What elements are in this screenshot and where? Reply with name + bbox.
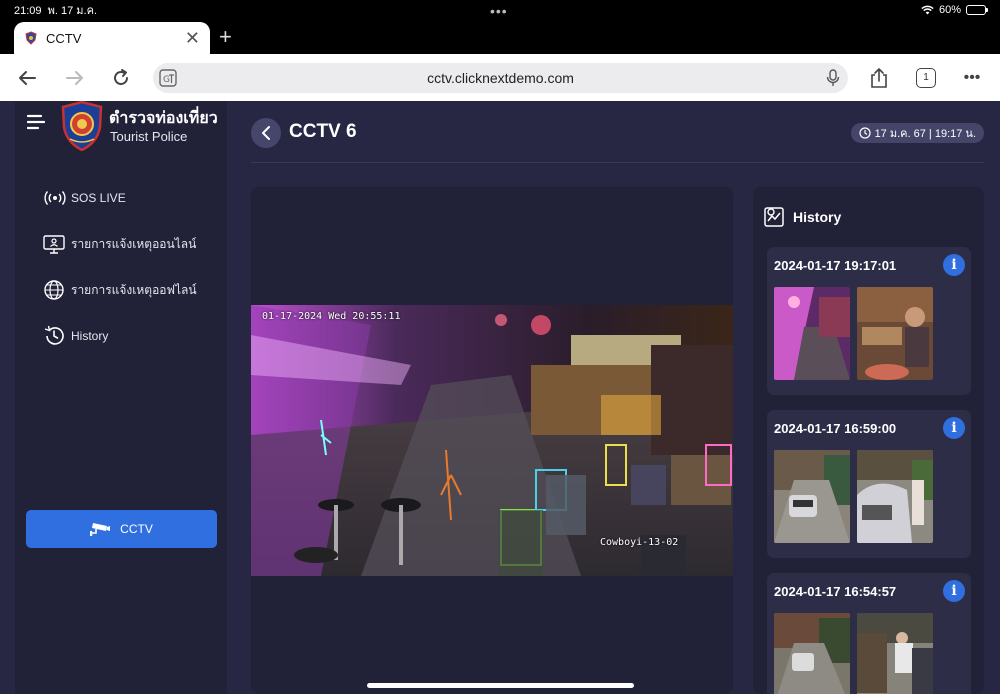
page-title: CCTV 6	[289, 121, 357, 142]
chevron-left-icon	[262, 126, 270, 140]
info-icon[interactable]: i	[943, 254, 965, 276]
history-timestamp: 2024-01-17 16:54:57	[774, 584, 897, 599]
translate-icon[interactable]: G	[159, 69, 177, 87]
history-report-icon	[764, 207, 784, 227]
sidebar-item-label: SOS LIVE	[71, 191, 126, 205]
sidebar-item-offline-reports[interactable]: รายการแจ้งเหตุออฟไลน์	[43, 278, 197, 302]
history-thumbnail[interactable]	[857, 287, 933, 380]
battery-icon	[966, 5, 988, 15]
share-icon[interactable]	[868, 54, 890, 101]
cctv-button[interactable]: CCTV	[26, 510, 217, 548]
sidebar-item-online-reports[interactable]: รายการแจ้งเหตุออนไลน์	[43, 232, 196, 256]
ios-status-bar: 21:09 พ. 17 ม.ค. ••• 60%	[0, 0, 1000, 20]
cctv-video-feed[interactable]: 01-17-2024 Wed 20:55:11 Cowboyi-13-02	[251, 305, 733, 576]
history-title: History	[793, 209, 842, 225]
history-timestamp: 2024-01-17 19:17:01	[774, 258, 897, 273]
video-timestamp-overlay: 01-17-2024 Wed 20:55:11	[262, 311, 401, 322]
cctv-app: ตำรวจท่องเที่ยว Tourist Police SOS LIVE …	[0, 101, 1000, 694]
street-scene-image	[251, 305, 733, 576]
history-thumbnail[interactable]	[774, 450, 850, 543]
new-tab-icon[interactable]: +	[219, 26, 232, 48]
microphone-icon[interactable]	[826, 69, 840, 87]
page-header: CCTV 6 17 ม.ค. 67 | 19:17 น.	[251, 101, 984, 163]
datetime-badge: 17 ม.ค. 67 | 19:17 น.	[850, 123, 984, 143]
url-text: cctv.clicknextdemo.com	[427, 70, 574, 86]
forward-nav-icon[interactable]	[62, 54, 88, 101]
brand-title-english: Tourist Police	[110, 129, 188, 144]
hamburger-menu-icon[interactable]	[27, 113, 45, 131]
svg-text:G: G	[163, 75, 170, 85]
history-card[interactable]: 2024-01-17 19:17:01 i	[767, 247, 971, 395]
tab-title: CCTV	[46, 30, 82, 46]
sidebar-item-label: History	[71, 329, 109, 343]
history-icon	[43, 325, 69, 347]
datetime-text: 17 ม.ค. 67 | 19:17 น.	[874, 128, 976, 140]
back-nav-icon[interactable]	[14, 54, 40, 101]
info-icon[interactable]: i	[943, 580, 965, 602]
brand-title-thai: ตำรวจท่องเที่ยว	[109, 110, 218, 127]
info-icon[interactable]: i	[943, 417, 965, 439]
video-panel: 01-17-2024 Wed 20:55:11 Cowboyi-13-02	[251, 187, 733, 694]
back-button[interactable]	[251, 118, 281, 148]
tourist-police-logo-icon	[61, 101, 103, 151]
browser-tab[interactable]: CCTV ✕	[14, 22, 210, 54]
globe-icon	[43, 279, 69, 301]
history-thumbnail[interactable]	[774, 613, 850, 694]
sidebar-item-history[interactable]: History	[43, 324, 108, 348]
status-time: 21:09 พ. 17 ม.ค.	[14, 5, 98, 17]
history-thumbnail[interactable]	[857, 450, 933, 543]
police-badge-favicon-icon	[25, 31, 37, 45]
sidebar-item-sos-live[interactable]: SOS LIVE	[43, 186, 126, 210]
history-header: History	[763, 206, 841, 228]
multitask-dots-icon[interactable]: •••	[490, 3, 508, 19]
more-menu-icon[interactable]: •••	[960, 54, 984, 101]
sidebar-item-label: รายการแจ้งเหตุออนไลน์	[71, 236, 197, 251]
report-online-icon	[43, 233, 69, 255]
reload-icon[interactable]	[108, 54, 134, 101]
history-thumbnail[interactable]	[774, 287, 850, 380]
sidebar-item-label: รายการแจ้งเหตุออฟไลน์	[71, 282, 197, 297]
cctv-button-label: CCTV	[120, 522, 153, 536]
cctv-camera-icon	[90, 523, 111, 536]
history-card[interactable]: 2024-01-17 16:59:00 i	[767, 410, 971, 558]
tab-switcher-button[interactable]: 1	[914, 54, 938, 101]
clock-icon	[858, 127, 871, 139]
sidebar: ตำรวจท่องเที่ยว Tourist Police SOS LIVE …	[15, 101, 227, 694]
camera-label-overlay: Cowboyi-13-02	[600, 537, 679, 548]
tab-count-badge: 1	[916, 67, 936, 88]
history-card[interactable]: 2024-01-17 16:54:57 i	[767, 573, 971, 694]
browser-tab-strip: CCTV ✕ +	[0, 20, 1000, 54]
close-tab-icon[interactable]: ✕	[185, 29, 200, 47]
battery-percent: 60%	[938, 4, 961, 16]
history-thumbnail[interactable]	[857, 613, 933, 694]
browser-toolbar: G cctv.clicknextdemo.com 1 •••	[0, 54, 1000, 101]
wifi-icon	[921, 5, 934, 15]
home-indicator[interactable]	[367, 683, 634, 688]
history-timestamp: 2024-01-17 16:59:00	[774, 421, 897, 436]
history-panel: History 2024-01-17 19:17:01 i 2024-01-17…	[753, 187, 984, 694]
address-bar[interactable]: G cctv.clicknextdemo.com	[153, 63, 848, 93]
broadcast-icon	[43, 187, 69, 209]
